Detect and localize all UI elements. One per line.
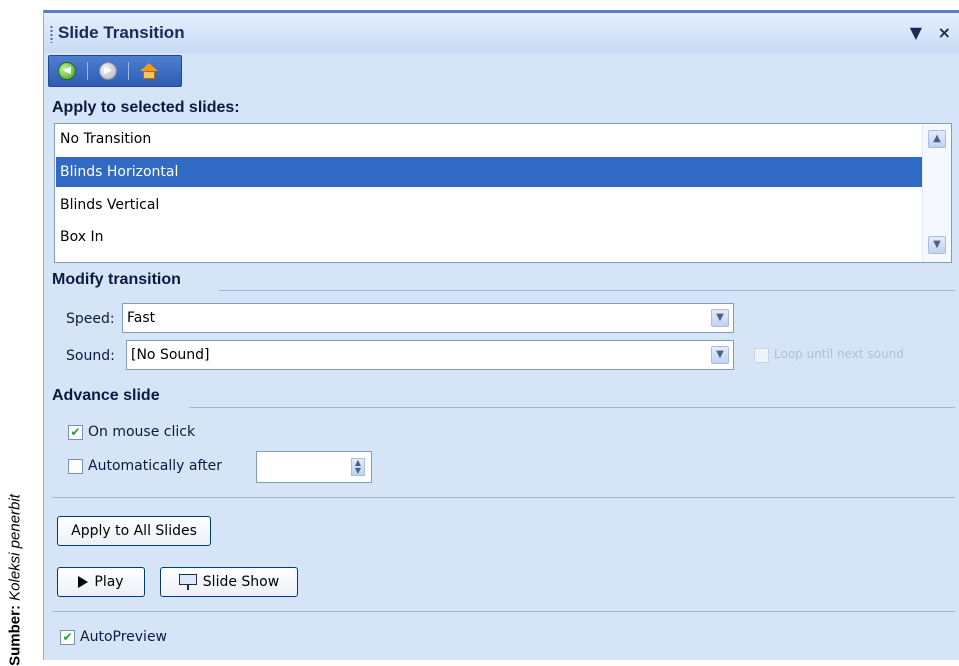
sound-select[interactable]: [No Sound] ▼	[126, 340, 734, 370]
chevron-down-icon[interactable]: ▼	[711, 346, 729, 364]
automatically-after-label: Automatically after	[88, 458, 223, 474]
play-button[interactable]: Play	[57, 567, 145, 597]
slide-show-label: Slide Show	[202, 574, 280, 590]
close-icon[interactable]: ×	[938, 23, 951, 42]
section-divider	[52, 611, 955, 612]
speed-value: Fast	[127, 310, 156, 326]
source-label: Sumber:	[6, 605, 24, 666]
speed-label: Speed:	[66, 311, 115, 327]
slide-show-button[interactable]: Slide Show	[160, 567, 298, 597]
source-value: Koleksi penerbit	[6, 494, 24, 601]
section-divider	[52, 497, 955, 498]
chevron-down-icon[interactable]: ▼	[711, 309, 729, 327]
autopreview-label: AutoPreview	[80, 629, 168, 645]
loop-checkbox[interactable]	[754, 348, 769, 363]
speed-select[interactable]: Fast ▼	[122, 303, 734, 333]
apply-section-title: Apply to selected slides:	[52, 99, 240, 116]
nav-separator	[128, 62, 129, 80]
autopreview-checkbox[interactable]: ✔	[60, 630, 75, 645]
forward-arrow-icon: ▶	[99, 62, 117, 80]
home-button[interactable]	[137, 59, 161, 83]
list-scrollbar[interactable]: ▲ ▼	[922, 124, 951, 262]
back-arrow-icon: ◀	[58, 62, 76, 80]
sound-label: Sound:	[66, 348, 115, 364]
play-label: Play	[94, 574, 124, 590]
scroll-down-icon[interactable]: ▼	[928, 236, 946, 254]
list-item[interactable]: Blinds Vertical	[56, 190, 922, 220]
nav-separator	[87, 62, 88, 80]
forward-button[interactable]: ▶	[96, 59, 120, 83]
slide-show-icon	[178, 574, 197, 590]
play-icon	[78, 576, 89, 588]
scroll-up-icon[interactable]: ▲	[928, 130, 946, 148]
automatically-after-checkbox[interactable]	[68, 459, 83, 474]
loop-label: Loop until next sound	[774, 347, 904, 361]
section-divider	[219, 290, 955, 291]
on-mouse-click-checkbox[interactable]: ✔	[68, 425, 83, 440]
apply-to-all-slides-label: Apply to All Slides	[71, 523, 197, 539]
spin-up-down-icon[interactable]: ▲ ▼	[351, 458, 365, 476]
pane-controls: ▼ ×	[900, 23, 951, 42]
sound-value: [No Sound]	[131, 347, 210, 363]
section-divider	[189, 407, 955, 408]
source-caption-text: Sumber: Koleksi penerbit	[7, 494, 24, 666]
pane-title-bar: Slide Transition ▼ ×	[44, 13, 959, 53]
time-spinner[interactable]: ▲ ▼	[256, 451, 372, 483]
list-item-selected[interactable]: Blinds Horizontal	[56, 157, 922, 187]
transition-list[interactable]: No Transition Blinds Horizontal Blinds V…	[54, 123, 952, 263]
drag-grip-icon[interactable]	[50, 25, 53, 43]
advance-section-title: Advance slide	[52, 387, 160, 404]
pane-title: Slide Transition	[58, 23, 185, 42]
source-caption: Sumber: Koleksi penerbit	[0, 0, 30, 666]
pane-navigation-bar: ◀ ▶	[48, 55, 182, 87]
home-icon	[140, 63, 158, 79]
on-mouse-click-label: On mouse click	[88, 424, 196, 440]
list-item[interactable]: Box In	[56, 222, 922, 252]
pane-menu-dropdown-icon[interactable]: ▼	[910, 23, 922, 42]
back-button[interactable]: ◀	[55, 59, 79, 83]
list-item[interactable]: No Transition	[56, 124, 922, 154]
modify-section-title: Modify transition	[52, 271, 181, 288]
apply-to-all-slides-button[interactable]: Apply to All Slides	[57, 516, 211, 546]
slide-transition-pane: Slide Transition ▼ × ◀ ▶ Apply to select…	[43, 10, 959, 660]
